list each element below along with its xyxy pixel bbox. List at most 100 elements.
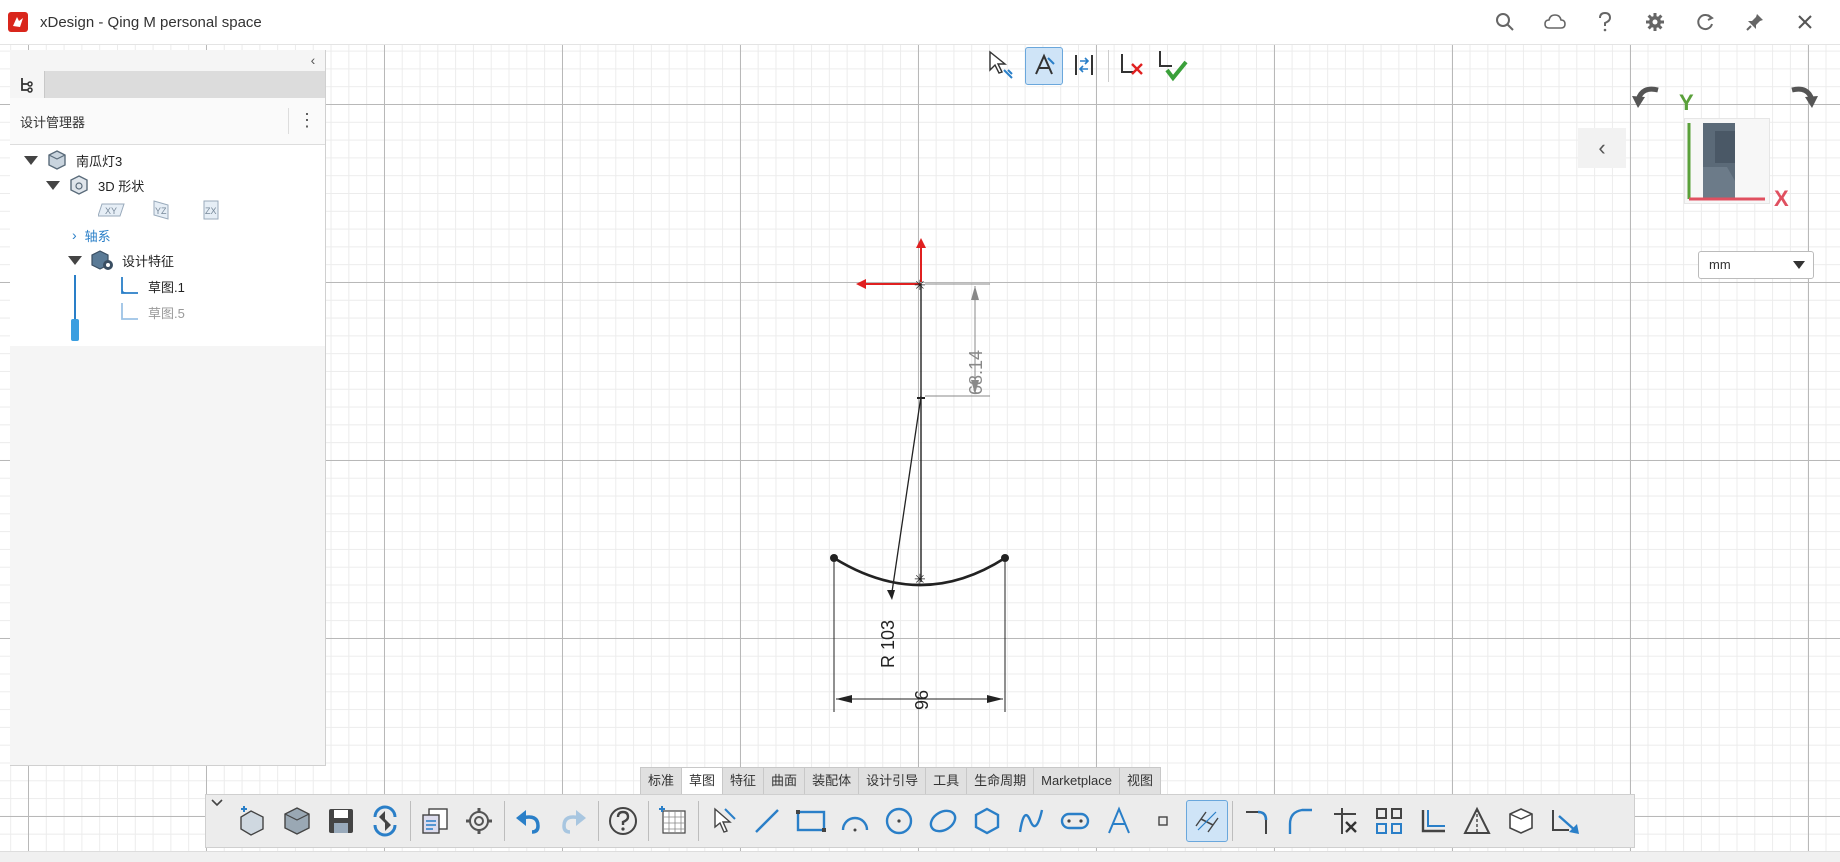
sketch-icon <box>121 303 138 320</box>
circle-icon[interactable] <box>878 800 920 842</box>
expand-triangle-icon[interactable] <box>24 155 38 165</box>
part-icon <box>48 150 66 170</box>
settings-icon[interactable] <box>458 800 500 842</box>
sketch-mode-icon[interactable] <box>1025 47 1063 85</box>
ribbon-separator <box>698 801 699 841</box>
close-icon[interactable] <box>1780 0 1830 44</box>
confirm-sketch-icon[interactable] <box>1154 47 1190 83</box>
units-dropdown[interactable]: mm <box>1698 251 1814 279</box>
tab-standard[interactable]: 标准 <box>641 768 683 794</box>
more-options-icon[interactable]: ⋮ <box>288 108 325 134</box>
arc-icon[interactable] <box>834 800 876 842</box>
tab-features[interactable]: 特征 <box>723 768 765 794</box>
rotate-right-icon[interactable] <box>1786 80 1820 112</box>
tab-marketplace[interactable]: Marketplace <box>1034 768 1120 794</box>
help-icon[interactable] <box>1580 0 1630 44</box>
svg-text:ZX: ZX <box>205 206 217 216</box>
plane-yz-icon: YZ <box>153 200 169 220</box>
chevron-right-icon[interactable]: › <box>72 227 77 243</box>
sketch-icon <box>121 277 138 294</box>
refresh-icon[interactable] <box>1680 0 1730 44</box>
view-cube-model-icon <box>1687 123 1765 201</box>
select-sketch-icon[interactable] <box>983 47 1019 83</box>
cancel-sketch-icon[interactable] <box>1114 47 1150 83</box>
chevron-down-icon <box>1793 261 1805 269</box>
tree-item-sketch-5[interactable]: 草图.5 <box>118 301 185 323</box>
panel-title: 设计管理器 <box>20 115 86 130</box>
sketch-relations-icon[interactable] <box>1066 47 1102 83</box>
expand-right-panel-icon[interactable]: ‹ <box>1578 128 1626 168</box>
pin-icon[interactable] <box>1730 0 1780 44</box>
point-icon[interactable] <box>1142 800 1184 842</box>
tree-label-axes: 轴系 <box>84 228 111 244</box>
revisions-icon[interactable] <box>364 800 406 842</box>
tab-feature-tree[interactable] <box>10 71 45 98</box>
cube-icon[interactable] <box>1500 800 1542 842</box>
redo-icon[interactable] <box>552 800 594 842</box>
tab-lifecycle[interactable]: 生命周期 <box>967 768 1035 794</box>
rectangle-icon[interactable] <box>790 800 832 842</box>
construction-icon[interactable] <box>1456 800 1498 842</box>
fillet-icon[interactable] <box>1236 800 1278 842</box>
design-features-icon <box>91 250 113 270</box>
line-icon[interactable] <box>746 800 788 842</box>
model-icon[interactable] <box>276 800 318 842</box>
svg-text:YZ: YZ <box>155 206 167 216</box>
tree-item-axes[interactable]: › 轴系 <box>72 224 111 246</box>
ellipse-icon[interactable] <box>922 800 964 842</box>
spline-icon[interactable] <box>1010 800 1052 842</box>
select-icon[interactable] <box>702 800 744 842</box>
save-icon[interactable] <box>320 800 362 842</box>
tree-label-3d-shape: 3D 形状 <box>98 178 145 194</box>
search-icon[interactable] <box>1480 0 1530 44</box>
shape-icon <box>70 175 88 195</box>
smart-dimension-icon[interactable] <box>1186 800 1228 842</box>
tree-item-plane-yz[interactable]: YZ <box>150 199 174 221</box>
tab-surface[interactable]: 曲面 <box>764 768 806 794</box>
help-icon[interactable] <box>602 800 644 842</box>
undo-icon[interactable] <box>508 800 550 842</box>
expand-triangle-icon[interactable] <box>68 255 82 265</box>
chamfer-icon[interactable] <box>1280 800 1322 842</box>
clipboard-icon[interactable] <box>414 800 456 842</box>
view-cube[interactable] <box>1684 118 1770 204</box>
rollback-handle[interactable] <box>71 319 79 341</box>
design-manager-panel: ‹ 设计管理器 ⋮ 南瓜灯3 3D 形状 XY YZ ZX › 轴系 设计特征 … <box>10 50 326 766</box>
tree-label-sketch-5: 草图.5 <box>148 305 185 321</box>
tree-label-sketch-1: 草图.1 <box>148 279 185 295</box>
convert-icon[interactable] <box>1544 800 1586 842</box>
tree-item-design-features[interactable]: 设计特征 <box>68 249 174 271</box>
tab-sketch[interactable]: 草图 <box>682 768 724 794</box>
rotate-left-icon[interactable] <box>1630 80 1664 112</box>
tab-assembly[interactable]: 装配体 <box>805 768 860 794</box>
text-icon[interactable] <box>1098 800 1140 842</box>
ribbon-toolbar <box>205 794 1635 848</box>
tree-label-root: 南瓜灯3 <box>76 153 123 169</box>
expand-triangle-icon[interactable] <box>46 180 60 190</box>
svg-text:XY: XY <box>105 206 117 216</box>
tree-item-sketch-1[interactable]: 草图.1 <box>118 275 185 297</box>
polygon-icon[interactable] <box>966 800 1008 842</box>
tab-tools[interactable]: 工具 <box>926 768 968 794</box>
new-sketch-icon[interactable] <box>232 800 274 842</box>
tree-item-plane-xy[interactable]: XY <box>98 199 126 221</box>
cloud-icon[interactable] <box>1530 0 1580 44</box>
trim-icon[interactable] <box>1324 800 1366 842</box>
collapse-panel-icon[interactable]: ‹ <box>305 52 321 70</box>
tree-item-plane-zx[interactable]: ZX <box>198 199 222 221</box>
ribbon-expand-icon[interactable] <box>206 795 228 847</box>
tree-item-3d-shape[interactable]: 3D 形状 <box>46 174 144 196</box>
sketch-grid-icon[interactable] <box>652 800 694 842</box>
tab-view[interactable]: 视图 <box>1120 768 1160 794</box>
plane-xy-icon: XY <box>98 203 125 217</box>
panel-header: 设计管理器 ⋮ <box>10 98 325 145</box>
units-value: mm <box>1709 257 1731 272</box>
ribbon-separator <box>648 801 649 841</box>
status-bar <box>0 851 1840 862</box>
tab-design-guidance[interactable]: 设计引导 <box>859 768 927 794</box>
offset-icon[interactable] <box>1412 800 1454 842</box>
mirror-icon[interactable] <box>1368 800 1410 842</box>
tree-item-root[interactable]: 南瓜灯3 <box>24 149 122 171</box>
slot-icon[interactable] <box>1054 800 1096 842</box>
settings-gear-icon[interactable] <box>1630 0 1680 44</box>
